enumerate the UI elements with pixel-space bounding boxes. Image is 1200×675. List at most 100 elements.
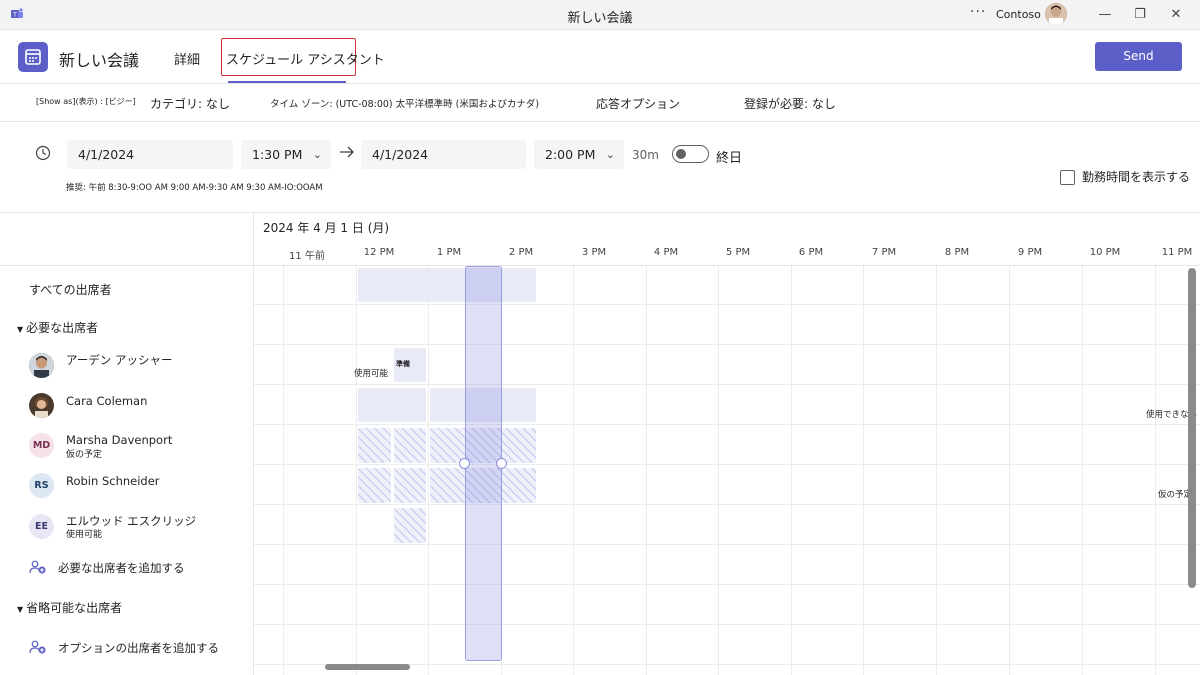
chevron-down-icon: ⌄ [312,148,322,161]
available-label: 使用可能 [354,369,389,379]
show-work-hours-checkbox[interactable] [1060,170,1075,185]
arrow-right-icon [340,146,354,158]
add-optional-label: オプションの出席者を追加する [58,641,219,655]
hour-label: 5 PM [725,247,751,258]
registration-option[interactable]: 登録が必要: なし [744,95,836,112]
timezone-option[interactable]: タイム ゾーン: (UTC-08:00) 太平洋標準時 (米国およびカナダ) [270,96,539,110]
resize-handle-right[interactable] [496,458,507,469]
block-label: 準備 [396,360,410,368]
category-option[interactable]: カテゴリ: なし [150,95,230,112]
calendar-icon [18,42,48,72]
show-as-option[interactable]: [Show as](表示) : [ビジー] [36,96,136,107]
start-time-value: 1:30 PM [252,147,303,162]
required-attendees-group[interactable]: ▼ 必要な出席者 [17,319,98,336]
minimize-button[interactable]: — [1095,5,1115,25]
active-tab-indicator [228,81,346,83]
horizontal-scrollbar[interactable] [325,664,410,670]
grid-vertical-line [718,266,719,675]
page-title: 新しい会議 [59,51,140,70]
tentative-block [394,508,426,543]
start-time-select[interactable]: 1:30 PM ⌄ [241,140,331,169]
attendee-row[interactable]: EE エルウッド エスクリッジ 使用可能 [0,506,253,546]
add-required-attendee[interactable]: 必要な出席者を追加する [29,560,185,576]
attendee-name: Cara Coleman [66,394,148,408]
grid-vertical-line [573,266,574,675]
hour-label: 9 PM [1017,247,1043,258]
avatar: RS [29,473,54,498]
attendee-name: アーデン アッシャー [66,353,173,367]
org-name[interactable]: Contoso [996,8,1041,21]
title-bar: T 新しい会議 ··· Contoso — ❐ ✕ [0,0,1200,30]
hour-label: 12 PM [363,247,395,258]
tab-scheduling-assistant[interactable]: スケジュール アシスタント [226,49,385,68]
busy-block [358,388,426,422]
grid-horizontal-line [254,544,1200,545]
suggested-times[interactable]: 推奨: 午前 8:30-9:OO AM 9:00 AM-9:30 AM 9:30… [66,181,323,193]
tentative-block [394,428,426,463]
send-button[interactable]: Send [1095,42,1182,71]
optional-group-label: 省略可能な出席者 [26,601,123,615]
response-options[interactable]: 応答オプション [596,95,680,112]
grid-vertical-line [283,266,284,675]
end-time-select[interactable]: 2:00 PM ⌄ [534,140,624,169]
optional-attendees-group[interactable]: ▼ 省略可能な出席者 [17,599,122,616]
attendee-row[interactable]: アーデン アッシャー [0,346,253,386]
hour-label: 11 午前 [289,251,325,262]
avatar [29,393,54,418]
grid-vertical-line [936,266,937,675]
grid-vertical-line [1082,266,1083,675]
hour-label: 7 PM [871,247,897,258]
all-day-toggle[interactable] [672,145,709,163]
meeting-header: 新しい会議 詳細 スケジュール アシスタント Send [0,30,1200,84]
hour-label: 10 PM [1089,247,1121,258]
close-button[interactable]: ✕ [1166,5,1186,25]
chevron-down-icon: ⌄ [605,148,615,161]
toggle-knob [676,149,686,159]
attendee-row[interactable]: RS Robin Schneider [0,466,253,506]
caret-down-icon: ▼ [17,325,24,334]
restore-button[interactable]: ❐ [1130,5,1150,25]
attendee-status: 仮の予定 [66,450,103,460]
attendee-name: Robin Schneider [66,474,160,488]
add-optional-attendee[interactable]: オプションの出席者を追加する [29,640,219,656]
grid-vertical-line [1155,266,1156,675]
attendee-row[interactable]: Cara Coleman [0,386,253,426]
resize-handle-left[interactable] [459,458,470,469]
avatar: EE [29,514,54,539]
grid-vertical-line [791,266,792,675]
hour-label: 8 PM [944,247,970,258]
start-date-field[interactable]: 4/1/2024 [67,140,233,169]
all-day-label: 終日 [716,151,743,166]
hour-label: 6 PM [798,247,824,258]
attendee-row[interactable]: MD Marsha Davenport 仮の予定 [0,426,253,466]
hour-label: 2 PM [508,247,534,258]
all-attendees-row: すべての出席者 [29,283,112,297]
avatar [29,353,54,378]
hour-label: 3 PM [581,247,607,258]
attendee-name: Marsha Davenport [66,433,173,447]
caret-down-icon: ▼ [17,605,24,614]
meeting-options-bar: [Show as](表示) : [ビジー] カテゴリ: なし タイム ゾーン: … [0,84,1200,122]
attendee-status: 使用可能 [66,530,103,540]
tentative-block [358,428,391,463]
hour-label: 1 PM [436,247,462,258]
tentative-block [358,468,391,503]
end-date-field[interactable]: 4/1/2024 [361,140,526,169]
add-required-label: 必要な出席者を追加する [58,561,185,575]
vertical-scrollbar[interactable] [1188,268,1196,588]
hour-label: 4 PM [653,247,679,258]
user-avatar[interactable] [1045,3,1067,25]
hour-label: 11 PM [1161,247,1193,258]
add-person-icon [29,560,46,574]
more-options-icon[interactable]: ··· [970,4,986,20]
tentative-block [394,468,426,503]
grid-vertical-line [1009,266,1010,675]
schedule-date-heading: 2024 年 4 月 1 日 (月) [263,221,390,235]
schedule-grid[interactable]: 使用可能 準備 使用できない 仮の予定 [254,266,1200,675]
grid-horizontal-line [254,344,1200,345]
add-person-icon [29,640,46,654]
tab-details[interactable]: 詳細 [174,49,200,68]
grid-horizontal-line [254,504,1200,505]
busy-block [358,268,536,302]
grid-horizontal-line [254,584,1200,585]
